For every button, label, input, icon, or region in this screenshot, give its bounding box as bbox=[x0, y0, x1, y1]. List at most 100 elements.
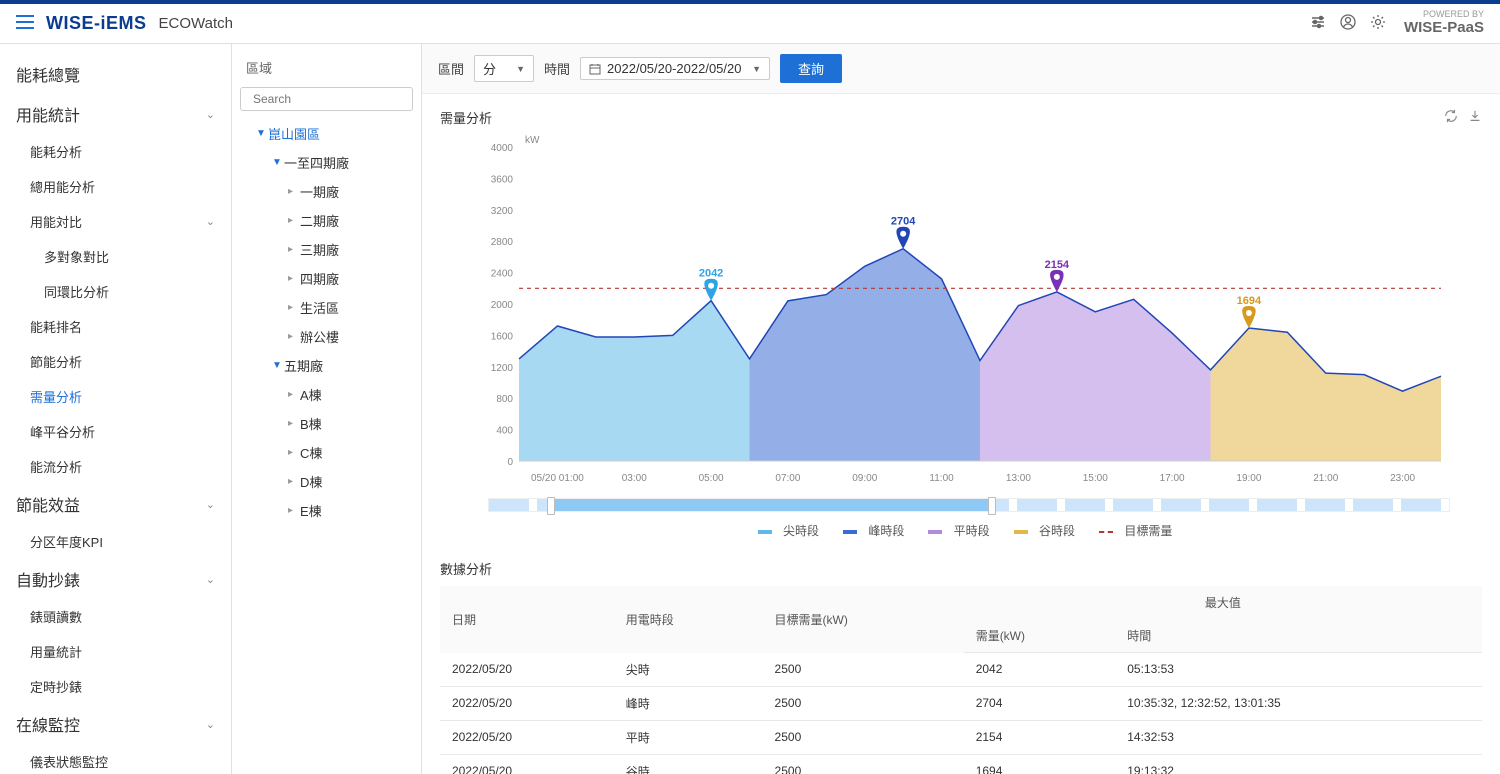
sidebar-item[interactable]: 分区年度KPI bbox=[0, 524, 231, 559]
sidebar-item[interactable]: 同環比分析 bbox=[0, 274, 231, 309]
col-demand: 需量(kW) bbox=[964, 619, 1116, 653]
chevron-down-icon: ▼ bbox=[746, 64, 761, 74]
svg-text:3600: 3600 bbox=[491, 174, 514, 185]
tree-item[interactable]: ▼一至四期廠 bbox=[240, 148, 413, 177]
chevron-right-icon: ▸ bbox=[288, 244, 300, 255]
col-max: 最大值 bbox=[964, 586, 1482, 619]
download-icon[interactable] bbox=[1468, 109, 1482, 126]
tree-item[interactable]: ▸四期廠 bbox=[240, 264, 413, 293]
table-row: 2022/05/20峰時2500270410:35:32, 12:32:52, … bbox=[440, 686, 1482, 720]
sidebar-item[interactable]: 峰平谷分析 bbox=[0, 414, 231, 449]
demand-chart: 040080012001600200024002800320036004000k… bbox=[440, 131, 1482, 494]
tree-item[interactable]: ▼崑山園區 bbox=[240, 119, 413, 148]
search-input[interactable] bbox=[240, 87, 413, 111]
svg-text:05/20 01:00: 05/20 01:00 bbox=[531, 473, 584, 484]
menu-toggle-icon[interactable] bbox=[16, 15, 34, 32]
app-name: ECOWatch bbox=[159, 15, 233, 32]
chevron-right-icon: ▸ bbox=[288, 331, 300, 342]
table-row: 2022/05/20平時2500215414:32:53 bbox=[440, 720, 1482, 754]
chevron-down-icon: ⌄ bbox=[206, 573, 215, 586]
gear-icon[interactable] bbox=[1370, 14, 1386, 33]
sidebar-item[interactable]: 能耗總覽 bbox=[0, 54, 231, 94]
interval-label: 區間 bbox=[438, 59, 464, 78]
svg-text:11:00: 11:00 bbox=[929, 473, 954, 484]
svg-text:21:00: 21:00 bbox=[1313, 473, 1338, 484]
time-range-slider[interactable] bbox=[488, 498, 1450, 512]
sidebar-nav: 能耗總覽用能統計⌄能耗分析總用能分析用能対比⌄多對象對比同環比分析能耗排名節能分… bbox=[0, 44, 232, 774]
tree-item[interactable]: ▸A棟 bbox=[240, 380, 413, 409]
svg-text:4000: 4000 bbox=[491, 143, 514, 154]
col-period: 用電時段 bbox=[614, 586, 763, 653]
user-icon[interactable] bbox=[1340, 14, 1356, 33]
svg-text:400: 400 bbox=[496, 426, 513, 437]
sidebar-item[interactable]: 用能統計⌄ bbox=[0, 94, 231, 134]
sidebar-item[interactable]: 總用能分析 bbox=[0, 169, 231, 204]
svg-text:2704: 2704 bbox=[891, 216, 916, 228]
svg-text:23:00: 23:00 bbox=[1390, 473, 1415, 484]
svg-text:1600: 1600 bbox=[491, 331, 514, 342]
tree-item[interactable]: ▸D棟 bbox=[240, 467, 413, 496]
calendar-icon bbox=[589, 63, 601, 75]
tree-item[interactable]: ▸B棟 bbox=[240, 409, 413, 438]
svg-text:03:00: 03:00 bbox=[622, 473, 647, 484]
sidebar-item[interactable]: 在線監控⌄ bbox=[0, 704, 231, 744]
powered-by: POWERED BY WISE-PaaS bbox=[1404, 10, 1484, 36]
sidebar-item[interactable]: 定時抄錶 bbox=[0, 669, 231, 704]
sidebar-item[interactable]: 多對象對比 bbox=[0, 239, 231, 274]
svg-text:kW: kW bbox=[525, 135, 540, 146]
refresh-icon[interactable] bbox=[1444, 109, 1458, 126]
interval-select[interactable]: 分 ▼ bbox=[474, 55, 534, 82]
chevron-right-icon: ▸ bbox=[288, 389, 300, 400]
tree-item[interactable]: ▸一期廠 bbox=[240, 177, 413, 206]
sidebar-item[interactable]: 能流分析 bbox=[0, 449, 231, 484]
svg-text:09:00: 09:00 bbox=[852, 473, 877, 484]
tree-item[interactable]: ▸辦公樓 bbox=[240, 322, 413, 351]
sidebar-item[interactable]: 節能效益⌄ bbox=[0, 484, 231, 524]
tree-item[interactable]: ▸E棟 bbox=[240, 496, 413, 525]
chevron-right-icon: ▸ bbox=[288, 186, 300, 197]
chevron-right-icon: ▸ bbox=[288, 215, 300, 226]
sidebar-item[interactable]: 用量統計 bbox=[0, 634, 231, 669]
sidebar-item[interactable]: 能耗排名 bbox=[0, 309, 231, 344]
chevron-right-icon: ▸ bbox=[288, 418, 300, 429]
data-table: 日期 用電時段 目標需量(kW) 最大值 需量(kW) 時間 2022/05/2… bbox=[440, 586, 1482, 774]
tree-item[interactable]: ▸生活區 bbox=[240, 293, 413, 322]
sidebar-item[interactable]: 儀表狀態監控 bbox=[0, 744, 231, 774]
svg-text:1200: 1200 bbox=[491, 363, 514, 374]
data-table-title: 數據分析 bbox=[440, 559, 1482, 578]
tree-item[interactable]: ▸三期廠 bbox=[240, 235, 413, 264]
col-time: 時間 bbox=[1115, 619, 1482, 653]
chevron-down-icon: ⌄ bbox=[206, 718, 215, 731]
legend-item: 尖時段 bbox=[750, 524, 819, 538]
col-date: 日期 bbox=[440, 586, 614, 653]
chevron-down-icon: ⌄ bbox=[206, 498, 215, 511]
sidebar-item[interactable]: 需量分析 bbox=[0, 379, 231, 414]
date-range-select[interactable]: 2022/05/20-2022/05/20 ▼ bbox=[580, 57, 770, 80]
chevron-down-icon: ⌄ bbox=[206, 108, 215, 121]
sidebar-item[interactable]: 自動抄錶⌄ bbox=[0, 559, 231, 599]
svg-text:17:00: 17:00 bbox=[1160, 473, 1185, 484]
sidebar-item[interactable]: 節能分析 bbox=[0, 344, 231, 379]
tree-item[interactable]: ▼五期廠 bbox=[240, 351, 413, 380]
tree-item[interactable]: ▸二期廠 bbox=[240, 206, 413, 235]
svg-text:2800: 2800 bbox=[491, 237, 514, 248]
search-field[interactable] bbox=[253, 92, 408, 106]
sidebar-item[interactable]: 能耗分析 bbox=[0, 134, 231, 169]
svg-text:13:00: 13:00 bbox=[1006, 473, 1031, 484]
tree-item[interactable]: ▸C棟 bbox=[240, 438, 413, 467]
chevron-right-icon: ▸ bbox=[288, 476, 300, 487]
chevron-right-icon: ▸ bbox=[288, 447, 300, 458]
table-row: 2022/05/20尖時2500204205:13:53 bbox=[440, 653, 1482, 687]
query-button[interactable]: 查詢 bbox=[780, 54, 842, 83]
toolbar: 區間 分 ▼ 時間 2022/05/20-2022/05/20 ▼ 查詢 bbox=[422, 44, 1500, 94]
svg-text:2000: 2000 bbox=[491, 300, 514, 311]
chevron-down-icon: ▼ bbox=[510, 64, 525, 74]
col-target: 目標需量(kW) bbox=[763, 586, 964, 653]
slider-icon[interactable] bbox=[1310, 14, 1326, 33]
sidebar-item[interactable]: 用能対比⌄ bbox=[0, 204, 231, 239]
sidebar-item[interactable]: 錶頭讀數 bbox=[0, 599, 231, 634]
legend-item: 平時段 bbox=[920, 524, 989, 538]
chevron-down-icon: ▼ bbox=[272, 157, 284, 168]
chevron-down-icon: ▼ bbox=[272, 360, 284, 371]
logo: WISE-iEMS bbox=[46, 13, 147, 34]
